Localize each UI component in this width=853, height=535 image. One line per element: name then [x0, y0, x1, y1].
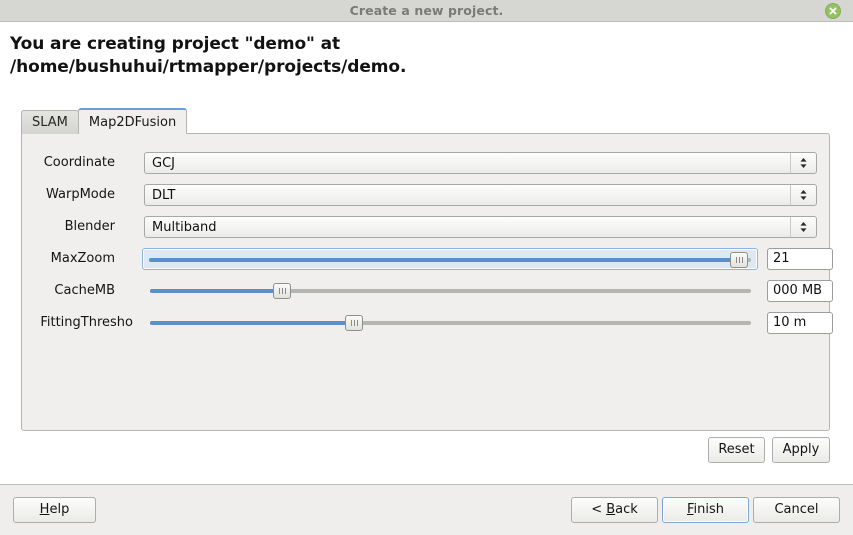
back-label-rest: ack [615, 502, 638, 517]
fittingthreshold-slider[interactable] [144, 312, 757, 334]
maxzoom-slider-fill [149, 258, 739, 262]
reset-button[interactable]: Reset [708, 437, 765, 463]
fittingthreshold-slider-handle[interactable] [345, 315, 364, 331]
coordinate-combobox[interactable]: GCJ [144, 152, 817, 174]
fittingthreshold-slider-fill [150, 321, 355, 325]
maxzoom-spinbox[interactable]: 21 [767, 248, 833, 270]
map2dfusion-settings-panel: Coordinate GCJ WarpMode DLT Blender Mult… [21, 133, 833, 431]
blender-value: Multiband [152, 220, 217, 235]
panel-button-bar: Reset Apply [21, 437, 830, 463]
finish-label-rest: inish [693, 502, 725, 517]
warpmode-combobox[interactable]: DLT [144, 184, 817, 206]
blender-combobox[interactable]: Multiband [144, 216, 817, 238]
window-title: Create a new project. [349, 3, 504, 18]
help-button[interactable]: Help [13, 497, 96, 523]
coordinate-value: GCJ [152, 156, 175, 171]
window-titlebar: Create a new project. [0, 0, 853, 22]
grip-icon [351, 320, 359, 326]
page-title: You are creating project "demo" at /home… [10, 33, 830, 79]
cachemb-slider-fill [150, 289, 283, 293]
label-blender: Blender [64, 219, 115, 234]
cachemb-spin-value: 000 MB [773, 283, 823, 298]
label-cachemb: CacheMB [54, 283, 115, 298]
help-label-rest: elp [49, 502, 70, 517]
warpmode-value: DLT [152, 188, 176, 203]
label-fittingthreshold: FittingThresho [40, 315, 133, 330]
fittingthreshold-slider-groove [150, 321, 751, 325]
fittingthreshold-spinbox[interactable]: 10 m [767, 312, 833, 334]
cachemb-slider-groove [150, 289, 751, 293]
label-warpmode: WarpMode [45, 187, 115, 202]
form-row-cachemb: CacheMB 000 MB [22, 280, 833, 302]
dialog-footer: Help < Back Finish Cancel [0, 485, 853, 535]
cachemb-slider-handle[interactable] [273, 283, 292, 299]
apply-button[interactable]: Apply [772, 437, 830, 463]
label-coordinate: Coordinate [43, 155, 115, 170]
grip-icon [279, 288, 287, 294]
back-button[interactable]: < Back [571, 497, 658, 523]
close-circle-icon[interactable] [825, 3, 841, 19]
back-mnemonic: B [606, 502, 616, 517]
label-maxzoom: MaxZoom [50, 251, 115, 266]
form-row-warpmode: WarpMode DLT [22, 184, 831, 206]
finish-button[interactable]: Finish [662, 497, 749, 523]
chevron-up-down-icon[interactable] [790, 185, 816, 205]
help-mnemonic: H [39, 502, 50, 517]
grip-icon [735, 257, 743, 263]
cancel-button[interactable]: Cancel [753, 497, 840, 523]
maxzoom-spin-value: 21 [773, 251, 790, 266]
chevron-up-down-icon[interactable] [790, 153, 816, 173]
form-row-blender: Blender Multiband [22, 216, 831, 238]
fittingthreshold-spin-value: 10 m [773, 315, 807, 330]
tab-slam[interactable]: SLAM [21, 110, 79, 134]
form-row-fittingthreshold: FittingThresho 10 m [22, 312, 833, 334]
back-prefix: < [591, 502, 607, 517]
maxzoom-slider[interactable] [142, 248, 758, 270]
cachemb-slider[interactable] [144, 280, 757, 302]
tab-bar: SLAM Map2DFusion [21, 108, 188, 134]
maxzoom-slider-handle[interactable] [729, 252, 748, 268]
tab-slam-label: SLAM [32, 115, 68, 130]
form-row-maxzoom: MaxZoom 21 [22, 248, 833, 270]
heading-line-2: /home/bushuhui/rtmapper/projects/demo. [10, 57, 407, 77]
cachemb-spinbox[interactable]: 000 MB [767, 280, 833, 302]
heading-line-1: You are creating project "demo" at [10, 34, 340, 54]
form-row-coordinate: Coordinate GCJ [22, 152, 831, 174]
tab-map2dfusion-label: Map2DFusion [88, 115, 177, 130]
chevron-up-down-icon[interactable] [790, 217, 816, 237]
tab-map2dfusion[interactable]: Map2DFusion [77, 108, 188, 134]
maxzoom-slider-groove [149, 258, 751, 262]
